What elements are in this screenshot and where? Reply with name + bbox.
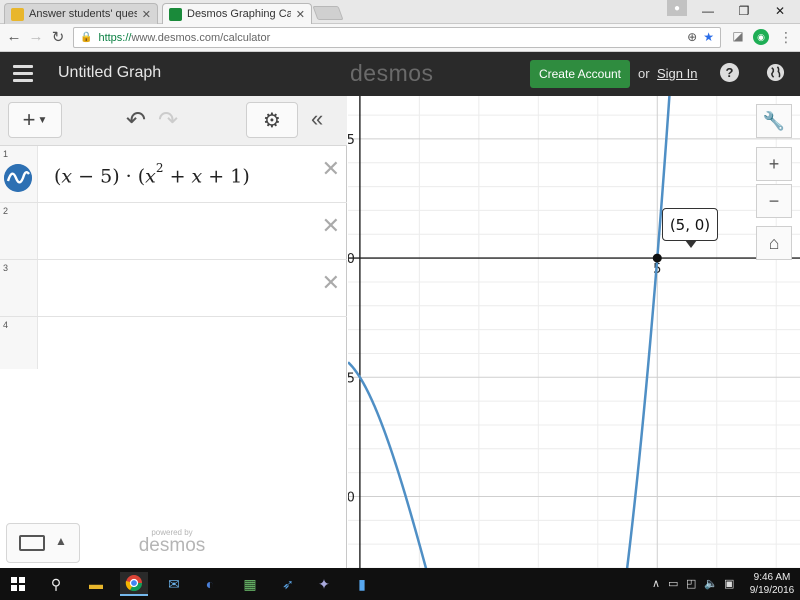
point-coordinate-label[interactable]: (5, 0) <box>662 208 718 248</box>
extension-green-icon[interactable]: ◉ <box>753 29 769 45</box>
y-tick-label: -5 <box>348 371 355 386</box>
delete-expression-icon[interactable]: ✕ <box>322 270 340 296</box>
bookmark-star-icon[interactable]: ★ <box>703 30 714 44</box>
lock-icon: 🔒 <box>80 32 93 43</box>
expression-row[interactable]: 1 (x − 5) · (x2 + x + 1) ✕ <box>0 146 347 203</box>
zoom-out-button[interactable]: − <box>756 184 792 218</box>
forward-button[interactable]: → <box>26 28 46 45</box>
tab-close-icon[interactable]: ✕ <box>296 8 305 21</box>
graph-canvas[interactable]: 50-5-105 <box>348 96 800 568</box>
minimize-button[interactable]: — <box>690 0 726 22</box>
graph-settings-wrench-icon[interactable]: 🔧 <box>756 104 792 138</box>
file-explorer-icon[interactable]: ▬ <box>84 572 108 596</box>
y-tick-label: 5 <box>348 133 355 148</box>
network-icon[interactable]: ◰ <box>686 577 696 590</box>
zoom-icon[interactable]: ⊕ <box>687 30 697 44</box>
windows-taskbar: ⚲ ▬ ✉ ◐ ▦ ➶ ✦ ▮ ∧ ▭ ◰ 🔈 ▣ 9:46 AM 9/19/2… <box>0 568 800 600</box>
globe-icon[interactable] <box>766 63 785 82</box>
tray-chevron-up-icon[interactable]: ∧ <box>652 577 660 590</box>
expression-index: 1 <box>3 149 9 159</box>
expression-math[interactable]: (x − 5) · (x2 + x + 1) <box>54 161 250 187</box>
clock-time: 9:46 AM <box>753 572 791 583</box>
tab-answer-students[interactable]: Answer students' questio ✕ <box>4 3 158 24</box>
expression-panel: + ▼ ↶ ↷ ⚙ « 1 (x − 5) · (x2 + x + 1) ✕ 2 … <box>0 96 347 568</box>
keyboard-toggle-button[interactable]: ▲ <box>6 523 80 563</box>
y-tick-label: 0 <box>348 252 355 267</box>
url-path: www.desmos.com/calculator <box>131 31 271 44</box>
clock-date: 9/19/2016 <box>749 585 795 596</box>
zoom-in-button[interactable]: + <box>756 147 792 181</box>
tray-app-icon[interactable]: ▭ <box>668 577 678 590</box>
redo-icon[interactable]: ↷ <box>158 106 178 135</box>
expression-row[interactable]: 2 ✕ <box>0 203 347 260</box>
extension-icon[interactable]: ◪ <box>730 29 746 45</box>
close-window-button[interactable]: ✕ <box>762 0 798 22</box>
curve-line <box>348 96 671 568</box>
expression-index: 4 <box>3 320 9 330</box>
search-icon[interactable]: ⚲ <box>44 572 68 596</box>
tab-desmos[interactable]: Desmos Graphing Calcul ✕ <box>162 3 312 24</box>
add-expression-button[interactable]: + ▼ <box>8 102 62 138</box>
desmos-logo: desmos <box>350 60 434 86</box>
new-tab-button[interactable] <box>312 6 344 20</box>
graph-title[interactable]: Untitled Graph <box>58 64 161 82</box>
app-icon[interactable]: ▮ <box>350 572 374 596</box>
chrome-menu-icon[interactable]: ⋮ <box>778 29 794 45</box>
y-tick-label: -10 <box>348 490 355 505</box>
expression-index: 3 <box>3 263 9 273</box>
address-bar[interactable]: 🔒 https:// www.desmos.com/calculator ⊕ ★ <box>73 27 721 48</box>
app-icon[interactable]: ➶ <box>276 572 300 596</box>
keyboard-icon <box>19 535 45 551</box>
home-icon[interactable]: ⌂ <box>756 226 792 260</box>
desmos-header: Untitled Graph desmos Create Account or … <box>0 52 800 96</box>
app-icon[interactable]: ▦ <box>238 572 262 596</box>
chevron-up-icon: ▲ <box>55 534 67 548</box>
volume-icon[interactable]: 🔈 <box>704 577 718 590</box>
create-account-button[interactable]: Create Account <box>530 60 630 88</box>
windows-start-icon[interactable] <box>6 572 30 596</box>
undo-icon[interactable]: ↶ <box>126 106 146 135</box>
powered-by-desmos[interactable]: powered by desmos <box>132 528 212 555</box>
browser-tab-strip: Answer students' questio ✕ Desmos Graphi… <box>0 0 800 24</box>
site-favicon-icon <box>11 7 24 21</box>
profile-icon[interactable]: ● <box>667 0 687 16</box>
back-button[interactable]: ← <box>4 28 24 45</box>
expression-row[interactable]: 3 ✕ <box>0 260 347 317</box>
settings-gear-icon[interactable]: ⚙ <box>246 102 298 138</box>
ime-icon[interactable]: ▣ <box>724 577 734 590</box>
url-scheme: https:// <box>98 31 132 44</box>
delete-expression-icon[interactable]: ✕ <box>322 213 340 239</box>
chevron-down-icon: ▼ <box>37 114 48 126</box>
expression-toolbar: + ▼ ↶ ↷ ⚙ « <box>0 96 347 146</box>
or-text: or <box>638 66 650 81</box>
curve-visibility-icon[interactable] <box>4 164 32 192</box>
app-icon[interactable]: ◐ <box>198 572 222 596</box>
root-point <box>652 253 662 263</box>
taskbar-clock[interactable]: 9:46 AM 9/19/2016 <box>746 571 798 597</box>
desmos-favicon-icon <box>169 7 182 21</box>
graph-paper[interactable]: 50-5-105 <box>348 96 800 568</box>
restore-button[interactable]: ❐ <box>726 0 762 22</box>
browser-toolbar: ← → ↻ 🔒 https:// www.desmos.com/calculat… <box>0 24 800 52</box>
expression-row[interactable]: 4 <box>0 317 347 369</box>
expression-index: 2 <box>3 206 9 216</box>
help-icon[interactable]: ? <box>720 63 739 82</box>
app-icon[interactable]: ✦ <box>312 572 336 596</box>
chrome-taskbar-icon[interactable] <box>120 572 148 596</box>
sign-in-link[interactable]: Sign In <box>657 66 697 81</box>
mail-icon[interactable]: ✉ <box>162 572 186 596</box>
delete-expression-icon[interactable]: ✕ <box>322 156 340 182</box>
tab-close-icon[interactable]: ✕ <box>142 8 151 21</box>
hamburger-menu-icon[interactable] <box>13 65 33 82</box>
reload-button[interactable]: ↻ <box>48 28 68 46</box>
collapse-panel-icon[interactable]: « <box>311 106 323 132</box>
